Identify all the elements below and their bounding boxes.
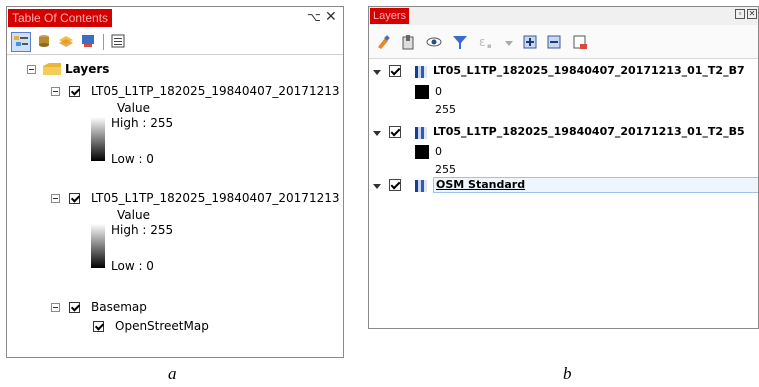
osm-layer-name[interactable]: OSM Standard [436, 178, 525, 191]
layer-b5-min: 0 [435, 145, 442, 158]
remove-layer-icon[interactable] [571, 33, 589, 51]
filter-dropdown-icon[interactable] [505, 41, 513, 46]
layer-b5-expand-arrow[interactable] [373, 131, 381, 136]
layer2-high: High : 255 [111, 223, 174, 237]
layer-b7-min: 0 [435, 85, 442, 98]
layers-title-bar: Layers ▫ ✕ [369, 7, 758, 25]
layer1-visibility-checkbox[interactable] [69, 86, 80, 97]
filter-expression-icon[interactable]: ε ▪ [477, 33, 495, 51]
openstreetmap-name: OpenStreetMap [115, 319, 209, 333]
layers-folder-icon [43, 63, 61, 75]
close-icon[interactable]: ✕ [325, 8, 337, 25]
openstreetmap-visibility-checkbox[interactable] [93, 321, 104, 332]
caption-a: a [168, 364, 177, 383]
layer2-collapse-toggle[interactable] [51, 194, 60, 203]
layer1-field: Value [117, 101, 150, 115]
filter-icon[interactable] [451, 33, 469, 51]
osm-visibility-checkbox[interactable] [389, 179, 401, 191]
layer-b5-swatch [415, 145, 429, 159]
toc-title: Table Of Contents [8, 9, 113, 27]
layer2-name: LT05_L1TP_182025_19840407_20171213 [91, 191, 340, 205]
svg-text:▪: ▪ [487, 42, 492, 50]
toc-title-bar: Table Of Contents ⌥ ✕ [7, 7, 343, 29]
manage-visibility-icon[interactable] [425, 33, 443, 51]
basemap-visibility-checkbox[interactable] [69, 302, 80, 313]
raster-layer-icon [415, 127, 427, 139]
collapse-all-icon[interactable] [545, 33, 563, 51]
caption-b: b [563, 364, 572, 383]
layer-b5-name[interactable]: LT05_L1TP_182025_19840407_20171213_01_T2… [433, 125, 745, 138]
list-by-drawing-order-icon[interactable] [11, 32, 31, 52]
pin-icon[interactable]: ⌥ [307, 10, 321, 24]
basemap-name: Basemap [91, 300, 147, 314]
basemap-collapse-toggle[interactable] [51, 303, 60, 312]
layer-b7-name[interactable]: LT05_L1TP_182025_19840407_20171213_01_T2… [433, 64, 745, 77]
expand-all-icon[interactable] [521, 33, 539, 51]
layer2-low: Low : 0 [111, 259, 154, 273]
layer-b7-swatch [415, 85, 429, 99]
layer-b5-max: 255 [435, 163, 456, 176]
layers-title: Layers [370, 8, 410, 24]
layer-b5-visibility-checkbox[interactable] [389, 126, 401, 138]
list-by-visibility-icon[interactable] [57, 32, 77, 52]
collapse-toggle[interactable] [27, 65, 36, 74]
raster-layer-icon [415, 180, 427, 192]
add-group-icon[interactable] [399, 33, 417, 51]
arcmap-toc-panel: Table Of Contents ⌥ ✕ Layers LT05_L1TP_1… [6, 6, 344, 358]
layer1-name: LT05_L1TP_182025_19840407_20171213 [91, 84, 340, 98]
options-icon[interactable] [109, 32, 129, 52]
svg-text:ε: ε [479, 35, 486, 49]
layers-toolbar: ε ▪ [369, 25, 758, 59]
layer1-high: High : 255 [111, 116, 174, 130]
close-icon[interactable]: ✕ [747, 9, 757, 19]
float-icon[interactable]: ▫ [735, 9, 745, 19]
layer-b7-max: 255 [435, 103, 456, 116]
qgis-layers-panel: Layers ▫ ✕ ε ▪ LT05_L1TP_182025_19840407_… [368, 6, 759, 329]
layer-b7-visibility-checkbox[interactable] [389, 65, 401, 77]
list-by-source-icon[interactable] [35, 32, 55, 52]
layer1-gradient-ramp [91, 117, 105, 161]
style-icon[interactable] [375, 33, 393, 51]
layer1-low: Low : 0 [111, 152, 154, 166]
toc-toolbar [7, 29, 343, 55]
toolbar-separator [103, 34, 104, 50]
layer1-collapse-toggle[interactable] [51, 87, 60, 96]
layer2-field: Value [117, 208, 150, 222]
raster-layer-icon [415, 66, 427, 78]
layer2-visibility-checkbox[interactable] [69, 193, 80, 204]
layer2-gradient-ramp [91, 224, 105, 268]
osm-expand-arrow[interactable] [373, 184, 381, 189]
list-by-selection-icon[interactable] [79, 32, 99, 52]
layer-b7-expand-arrow[interactable] [373, 70, 381, 75]
root-layers-label: Layers [65, 62, 110, 76]
